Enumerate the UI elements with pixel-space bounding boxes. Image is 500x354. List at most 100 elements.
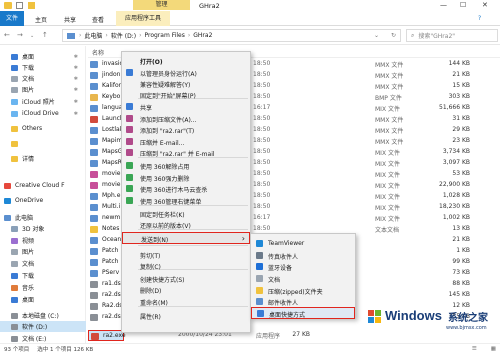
context-menu-item[interactable]: 兼容性疑难解答(Y): [122, 78, 250, 89]
folder-icon: [4, 2, 12, 9]
submenu-item[interactable]: 蓝牙设备: [251, 261, 355, 272]
context-menu-item[interactable]: 以管理员身份运行(A): [122, 67, 250, 78]
context-menu-send-to[interactable]: 发送到(N) ›: [122, 232, 250, 244]
sidebar-item[interactable]: 软件 (D:): [0, 321, 86, 332]
context-menu-item[interactable]: 压缩并 E-mail...: [122, 136, 250, 147]
sidebar-item[interactable]: 详情: [0, 153, 86, 164]
sidebar-item[interactable]: [0, 138, 86, 149]
context-menu-item[interactable]: 固定到"开始"屏幕(P): [122, 89, 250, 100]
new-folder-icon[interactable]: [28, 2, 35, 9]
submenu-desktop-shortcut[interactable]: 桌面快捷方式: [251, 307, 355, 319]
file-icon: [90, 149, 98, 156]
computer-icon: [67, 32, 75, 39]
menu-item-label: 复制(C): [140, 264, 161, 271]
sidebar-item[interactable]: iCloud Drive ✱: [0, 108, 86, 119]
breadcrumb-ghra2[interactable]: GHra2: [193, 32, 212, 39]
breadcrumb-program-files[interactable]: Program Files: [144, 32, 184, 39]
up-icon[interactable]: ↑: [42, 31, 48, 39]
sidebar-item[interactable]: iCloud 照片 ✱: [0, 96, 86, 107]
context-menu-item[interactable]: 还原以前的版本(V): [122, 219, 250, 230]
sidebar-item[interactable]: 3D 对象: [0, 223, 86, 234]
file-name: MapsR: [102, 159, 122, 166]
sidebar-item[interactable]: 下载 ✱: [0, 62, 86, 73]
tab-file[interactable]: 文件: [0, 11, 24, 26]
context-menu-item[interactable]: 固定到任务栏(K): [122, 208, 250, 219]
sidebar-item-label: 详情: [22, 156, 35, 163]
context-menu-item[interactable]: 创建快捷方式(S): [122, 273, 250, 284]
column-name[interactable]: 名称: [92, 48, 104, 57]
close-icon[interactable]: ✕: [482, 1, 488, 9]
watermark: Windows 系统之家 www.bjmsx.com: [368, 306, 500, 336]
properties-icon[interactable]: [16, 2, 23, 9]
context-menu-item[interactable]: 使用 360强力删除: [122, 172, 250, 183]
sidebar-item[interactable]: 文档 ✱: [0, 73, 86, 84]
context-menu-item[interactable]: 使用 360进行木马云查杀: [122, 183, 250, 194]
sidebar-item[interactable]: Creative Cloud F: [0, 180, 86, 191]
sidebar-item-label: 图片: [22, 87, 35, 94]
sidebar-item[interactable]: 音乐: [0, 282, 86, 293]
sidebar-item[interactable]: 桌面 ✱: [0, 51, 86, 62]
maximize-icon[interactable]: ☐: [460, 1, 466, 9]
submenu-item[interactable]: 邮件收件人: [251, 296, 355, 307]
file-type: MMX 文件: [375, 73, 404, 80]
submenu-item[interactable]: TeamViewer: [251, 238, 355, 249]
sidebar-item-label: OneDrive: [15, 197, 44, 204]
context-menu-item[interactable]: 打开(O): [122, 55, 250, 66]
help-icon[interactable]: ?: [478, 15, 481, 22]
context-menu-item[interactable]: 剪切(T): [122, 249, 250, 260]
context-menu-item[interactable]: 重命名(M): [122, 296, 250, 307]
context-menu-item[interactable]: 共享: [122, 101, 250, 112]
breadcrumb-this-pc[interactable]: 此电脑: [84, 31, 102, 40]
refresh-icon[interactable]: ↻: [391, 32, 396, 39]
tab-share[interactable]: 共享: [64, 15, 76, 24]
forward-icon[interactable]: →: [17, 31, 23, 39]
file-name: Notes: [102, 225, 120, 232]
menu-item-icon: [126, 126, 133, 133]
submenu-item[interactable]: 文档: [251, 273, 355, 284]
context-menu-item[interactable]: 添加到 "ra2.rar"(T): [122, 124, 250, 135]
tab-view[interactable]: 查看: [92, 15, 104, 24]
context-menu-item[interactable]: 删除(D): [122, 284, 250, 295]
file-type: MIX 文件: [375, 194, 400, 201]
context-menu-item[interactable]: 使用 360管理右键菜单: [122, 195, 250, 206]
recent-dropdown-icon[interactable]: ⌄: [30, 33, 34, 39]
folder-icon: [11, 110, 18, 117]
address-bar[interactable]: › 此电脑 › 软件 (D:) › Program Files › GHra2 …: [62, 29, 401, 42]
context-menu-item[interactable]: 压缩到 "ra2.rar" 并 E-mail: [122, 147, 250, 158]
tab-home[interactable]: 主页: [35, 15, 47, 24]
context-menu-item[interactable]: 使用 360解除占用: [122, 160, 250, 171]
minimize-icon[interactable]: —: [440, 1, 447, 9]
submenu-item[interactable]: 传真收件人: [251, 250, 355, 261]
file-name: Mph.e: [102, 192, 121, 199]
tab-app-tools[interactable]: 应用程序工具: [116, 11, 170, 26]
context-menu-item[interactable]: 复制(C): [122, 260, 250, 271]
file-name: Multi.i: [102, 203, 121, 210]
submenu-item[interactable]: 压缩(zipped)文件夹: [251, 285, 355, 296]
sidebar-item[interactable]: 图片: [0, 246, 86, 257]
file-name: Ocean: [102, 236, 122, 243]
context-menu-item[interactable]: 属性(R): [122, 310, 250, 321]
sidebar-item[interactable]: 此电脑: [0, 212, 86, 223]
file-name: ra2.ds: [102, 313, 121, 320]
back-icon[interactable]: ←: [4, 31, 10, 39]
address-dropdown-icon[interactable]: ⌄: [374, 32, 379, 39]
sidebar-item[interactable]: 图片 ✱: [0, 84, 86, 95]
sidebar-item[interactable]: 本地磁盘 (C:): [0, 310, 86, 321]
sidebar-item[interactable]: 文档: [0, 258, 86, 269]
sidebar-item[interactable]: 视频: [0, 235, 86, 246]
sidebar-item[interactable]: Others: [0, 123, 86, 134]
menu-item-label: 使用 360解除占用: [140, 164, 190, 171]
search-box[interactable]: ⌕ 搜索"GHra2": [406, 29, 498, 42]
sidebar-item[interactable]: 桌面: [0, 294, 86, 305]
sidebar-item[interactable]: OneDrive: [0, 195, 86, 206]
tiles-view-icon[interactable]: ▦: [491, 346, 496, 352]
sidebar-item[interactable]: 下载: [0, 270, 86, 281]
context-menu-item[interactable]: 添加到压缩文件(A)...: [122, 113, 250, 124]
submenu-item-label: 传真收件人: [268, 254, 299, 261]
menu-item-label: 发送到(N): [141, 237, 169, 244]
menu-item-icon: [126, 149, 133, 156]
details-view-icon[interactable]: ☰: [472, 346, 477, 352]
manage-tab[interactable]: 管理: [133, 0, 190, 10]
send-to-submenu: TeamViewer 传真收件人 蓝牙设备 文档 压缩(zipped)文件夹 邮件收件人桌…: [250, 233, 356, 319]
breadcrumb-drive-d[interactable]: 软件 (D:): [111, 31, 136, 40]
